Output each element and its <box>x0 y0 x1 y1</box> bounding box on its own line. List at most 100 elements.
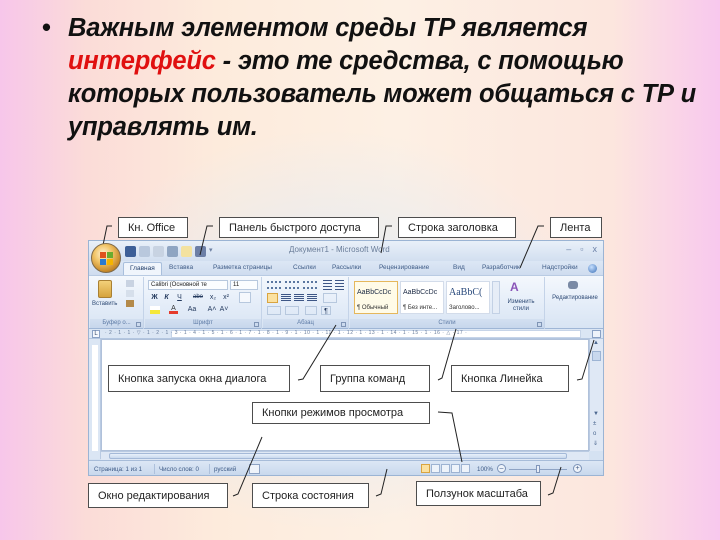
align-center-icon[interactable] <box>281 294 291 302</box>
shading-icon[interactable] <box>267 306 281 315</box>
zoom-in-button[interactable]: + <box>573 464 582 473</box>
align-right-icon[interactable] <box>294 294 304 302</box>
style-name: ¶ Без инте... <box>403 305 438 311</box>
superscript-button[interactable]: x² <box>221 293 231 302</box>
minimize-icon[interactable]: – <box>566 244 571 254</box>
horizontal-scrollbar[interactable] <box>101 451 589 460</box>
borders-icon[interactable] <box>285 306 299 315</box>
document-editing-area[interactable] <box>101 339 589 451</box>
next-page-icon[interactable]: ⇓ <box>593 440 598 447</box>
tab-home[interactable]: Главная <box>123 262 162 275</box>
tab-insert[interactable]: Вставка <box>169 264 193 271</box>
dialog-launcher-font[interactable] <box>254 322 259 327</box>
paste-button[interactable]: Вставить <box>92 301 117 307</box>
print-layout-view-button[interactable] <box>421 464 430 473</box>
page-indicator[interactable]: Страница: 1 из 1 <box>94 466 142 473</box>
dialog-launcher-styles[interactable] <box>537 322 542 327</box>
style-item[interactable]: AaBbC( Заголово... <box>446 281 490 314</box>
tab-stop-selector[interactable]: L <box>92 330 100 338</box>
group-clipboard: Вставить Буфер о... <box>90 277 144 329</box>
change-styles-icon[interactable]: A <box>510 280 526 294</box>
strikethrough-button[interactable]: abe <box>191 293 205 302</box>
browse-object-icon[interactable]: o <box>593 431 596 437</box>
zoom-slider-thumb[interactable] <box>536 465 540 473</box>
maximize-icon[interactable]: ▫ <box>580 244 583 254</box>
ribbon: Вставить Буфер о... Calibri (Основной те… <box>89 275 603 329</box>
underline-button[interactable]: Ч <box>175 293 184 302</box>
font-name-select[interactable]: Calibri (Основной те <box>148 280 228 290</box>
copy-icon[interactable] <box>126 290 134 297</box>
tab-mailings[interactable]: Рассылки <box>332 264 361 271</box>
redo-icon[interactable] <box>153 245 164 257</box>
style-item[interactable]: AaBbCcDc ¶ Обычный <box>354 281 398 314</box>
line-spacing-icon[interactable] <box>323 293 337 303</box>
paste-icon[interactable] <box>98 280 112 298</box>
cut-icon[interactable] <box>126 280 134 287</box>
clear-formatting-icon[interactable] <box>239 292 251 303</box>
font-size-select[interactable]: 11 <box>230 280 258 290</box>
horizontal-ruler[interactable]: L · 2 · 1 · 1 · ▽ · 1 · 2 · 1 · 3 · 1 · … <box>89 329 603 339</box>
group-label-font: Шрифт <box>145 319 261 328</box>
tab-review[interactable]: Рецензирование <box>379 264 429 271</box>
macro-record-icon[interactable] <box>249 464 260 474</box>
outline-view-button[interactable] <box>451 464 460 473</box>
align-left-icon[interactable] <box>267 293 278 303</box>
shrink-font-button[interactable]: A˅ <box>219 305 229 314</box>
bold-button[interactable]: Ж <box>150 293 159 302</box>
tab-addins[interactable]: Надстройки <box>542 264 578 271</box>
group-editing: Редактирование <box>546 277 603 329</box>
quick-access-toolbar: ▾ <box>125 244 215 258</box>
increase-indent-icon[interactable] <box>335 280 344 290</box>
zoom-level[interactable]: 100% <box>477 466 493 473</box>
customize-dropdown-icon[interactable]: ▾ <box>209 246 215 257</box>
dialog-launcher-paragraph[interactable] <box>341 322 346 327</box>
change-case-button[interactable]: Aa <box>185 305 199 314</box>
undo-icon[interactable] <box>139 245 150 257</box>
previous-page-icon[interactable]: ± <box>593 421 596 427</box>
highlight-icon[interactable] <box>150 306 160 314</box>
change-styles-button[interactable]: Изменить стили <box>502 299 540 313</box>
help-icon[interactable] <box>588 264 597 273</box>
italic-button[interactable]: К <box>162 293 171 302</box>
numbering-icon[interactable] <box>285 281 299 289</box>
office-button[interactable] <box>91 243 121 273</box>
editing-button[interactable]: Редактирование <box>547 295 603 301</box>
spelling-icon[interactable] <box>195 245 206 257</box>
find-icon[interactable] <box>568 281 578 289</box>
print-preview-icon[interactable] <box>167 245 178 257</box>
multilevel-list-icon[interactable] <box>303 281 317 289</box>
style-item[interactable]: AaBbCcDc ¶ Без инте... <box>400 281 444 314</box>
scroll-down-icon[interactable]: ▼ <box>593 411 599 417</box>
ruler-toggle-button[interactable] <box>592 330 601 338</box>
show-formatting-button[interactable]: ¶ <box>321 306 331 315</box>
ribbon-tabs: Главная Вставка Разметка страницы Ссылки… <box>89 261 603 275</box>
dialog-launcher-clipboard[interactable] <box>136 322 141 327</box>
font-color-icon[interactable]: A <box>169 305 178 314</box>
zoom-out-button[interactable]: – <box>497 464 506 473</box>
vertical-scrollbar[interactable]: ▲ ▼ ± o ⇓ <box>589 330 603 451</box>
grow-font-button[interactable]: A˄ <box>207 305 217 314</box>
new-document-icon[interactable] <box>181 245 192 257</box>
tab-view[interactable]: Вид <box>453 264 465 271</box>
tab-page-layout[interactable]: Разметка страницы <box>213 264 272 271</box>
save-icon[interactable] <box>125 245 136 257</box>
tab-references[interactable]: Ссылки <box>293 264 316 271</box>
full-screen-reading-view-button[interactable] <box>431 464 440 473</box>
subscript-button[interactable]: x₂ <box>208 293 218 302</box>
format-painter-icon[interactable] <box>126 300 134 307</box>
bullet-marker: • <box>42 14 51 42</box>
close-icon[interactable]: x <box>593 244 598 254</box>
styles-scroll-buttons[interactable] <box>492 281 500 314</box>
justify-icon[interactable] <box>307 294 317 302</box>
sort-icon[interactable] <box>305 306 317 315</box>
scroll-thumb[interactable] <box>592 351 601 361</box>
tab-developer[interactable]: Разработчик <box>482 264 520 271</box>
decrease-indent-icon[interactable] <box>323 280 332 290</box>
horizontal-scroll-thumb[interactable] <box>109 453 567 459</box>
web-layout-view-button[interactable] <box>441 464 450 473</box>
language-indicator[interactable]: русский <box>214 466 236 473</box>
draft-view-button[interactable] <box>461 464 470 473</box>
bullets-icon[interactable] <box>267 281 281 289</box>
scroll-up-icon[interactable]: ▲ <box>593 340 599 346</box>
word-count[interactable]: Число слов: 0 <box>159 466 199 473</box>
